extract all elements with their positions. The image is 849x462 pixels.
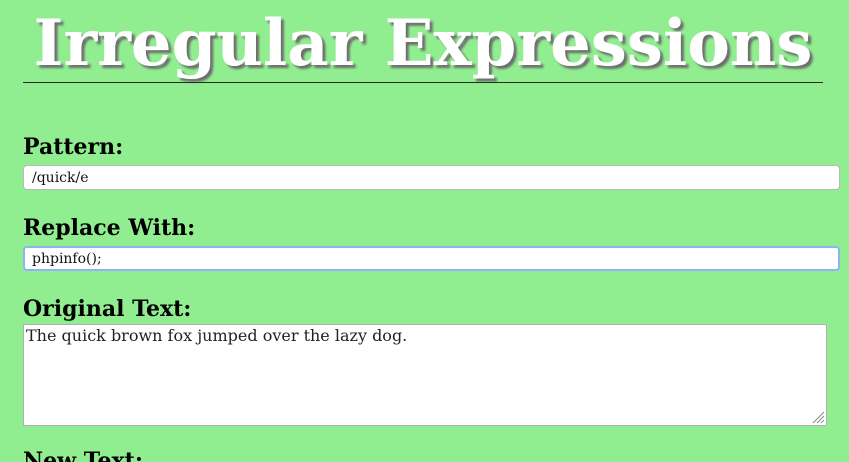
original-text-label: Original Text: <box>23 296 192 322</box>
original-text-area[interactable]: The quick brown fox jumped over the lazy… <box>23 324 827 426</box>
resize-grip-icon[interactable] <box>811 409 825 424</box>
title-divider <box>23 82 823 83</box>
replace-input[interactable] <box>23 246 840 271</box>
replace-label: Replace With: <box>23 215 196 241</box>
new-text-label: New Text: <box>23 448 143 462</box>
pattern-input[interactable] <box>23 165 840 190</box>
page-title: Irregular Expressions <box>33 6 813 81</box>
pattern-label: Pattern: <box>23 134 124 160</box>
page: Irregular Expressions Pattern: Replace W… <box>0 0 849 462</box>
